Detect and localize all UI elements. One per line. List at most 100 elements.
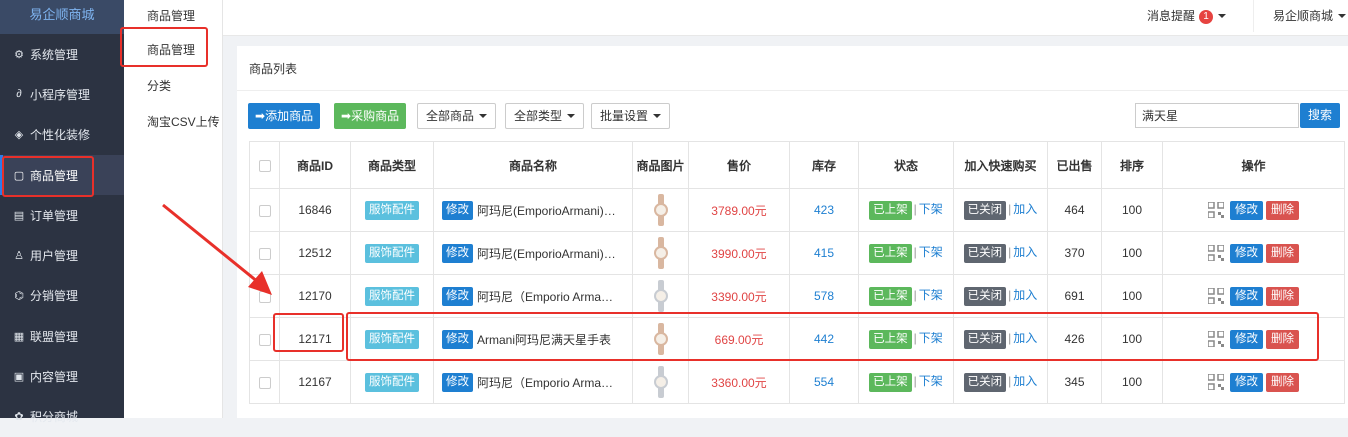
qrcode-icon[interactable] [1208, 245, 1224, 261]
edit-button[interactable]: 修改 [1230, 200, 1263, 220]
delete-button[interactable]: 删除 [1266, 372, 1299, 392]
row-checkbox[interactable] [258, 376, 271, 389]
watch-face [653, 289, 668, 303]
separator: | [1008, 202, 1012, 217]
sidebar-item-8[interactable]: ▣ 内容管理 [0, 356, 124, 396]
batch-settings-dropdown[interactable]: 批量设置 [591, 103, 671, 129]
goods-price: 3360.00元 [688, 360, 790, 404]
purchase-goods-button[interactable]: ➡采购商品 [334, 103, 407, 129]
column-header: 商品名称 [433, 141, 633, 189]
goods-name-cell: 修改阿玛尼(EmporioArmani)女士手表 [433, 231, 633, 275]
quick-buy-add-link[interactable]: 加入 [1013, 202, 1037, 216]
column-header: 加入快速购买 [953, 141, 1048, 189]
add-goods-button[interactable]: ➡添加商品 [248, 103, 321, 129]
quick-buy-cell: 已关闭 | 加入 [953, 231, 1048, 275]
sidebar-item-9[interactable]: ✿ 积分商城 [0, 397, 124, 437]
quick-buy-add-link[interactable]: 加入 [1013, 374, 1037, 388]
table-row: 12512服饰配件修改阿玛尼(EmporioArmani)女士手表3990.00… [249, 231, 1345, 275]
column-header: 已出售 [1047, 141, 1102, 189]
sidebar-item-label: 用户管理 [30, 249, 79, 264]
subnav-item-category[interactable]: 分类 [124, 68, 222, 104]
watch-thumbnail [653, 280, 668, 312]
goods-sort: 100 [1101, 360, 1163, 404]
sidebar-item-6[interactable]: ⌬ 分销管理 [0, 276, 124, 316]
sidebar-menu: ⚙ 系统管理 ∂ 小程序管理 ◈ 个性化装修 ▢ 商品管理 ▤ 订单管理 ♙ 用户管理 ⌬ 分销管理 ▦ 联盟… [0, 34, 124, 437]
goods-name: 阿玛尼（Emporio Armani）女士手表 [477, 289, 617, 304]
off-shelf-link[interactable]: 下架 [919, 202, 943, 216]
account-menu[interactable]: 易企顺商城 [1273, 0, 1347, 32]
quick-buy-status-badge: 已关闭 [963, 200, 1007, 220]
select-all-checkbox[interactable] [258, 159, 271, 172]
watch-thumbnail [653, 194, 668, 226]
annotation-box-sidebar [2, 156, 94, 197]
edit-button[interactable]: 修改 [1230, 372, 1263, 392]
search-button[interactable]: 搜索 [1300, 103, 1341, 128]
edit-name-button[interactable]: 修改 [442, 372, 473, 392]
delete-button[interactable]: 删除 [1266, 243, 1299, 263]
goods-id: 16846 [279, 188, 351, 232]
goods-price: 3990.00元 [688, 231, 790, 275]
notification-menu[interactable]: 消息提醒 1 [1147, 0, 1227, 32]
goods-sold: 464 [1047, 188, 1102, 232]
document-icon: ▣ [13, 371, 25, 384]
row-checkbox[interactable] [258, 290, 271, 303]
column-header [249, 141, 280, 189]
sidebar-item-label: 联盟管理 [30, 329, 79, 344]
actions-cell: 修改 删除 [1162, 231, 1345, 275]
table-row: 12167服饰配件修改阿玛尼（Emporio Armani）女士手表3360.0… [249, 360, 1345, 404]
quick-buy-add-link[interactable]: 加入 [1013, 245, 1037, 259]
chevron-down-icon [1218, 14, 1227, 18]
off-shelf-link[interactable]: 下架 [919, 245, 943, 259]
sidebar-item-label: 分销管理 [30, 289, 79, 304]
row-select-cell [249, 360, 280, 404]
sidebar-item-0[interactable]: ⚙ 系统管理 [0, 34, 124, 74]
delete-button[interactable]: 删除 [1266, 200, 1299, 220]
all-types-dropdown[interactable]: 全部类型 [505, 103, 585, 129]
subnav-item-taobao-csv[interactable]: 淘宝CSV上传 [124, 104, 222, 140]
status-badge: 已上架 [869, 286, 912, 306]
column-header: 售价 [688, 141, 790, 189]
qrcode-icon[interactable] [1208, 374, 1224, 390]
table-row: 16846服饰配件修改阿玛尼(EmporioArmani)女士手表3789.00… [249, 188, 1345, 232]
qrcode-icon[interactable] [1208, 288, 1224, 304]
goods-type-cell: 服饰配件 [350, 188, 434, 232]
divider [1253, 0, 1254, 32]
notification-badge: 1 [1199, 10, 1214, 24]
sidebar-item-7[interactable]: ▦ 联盟管理 [0, 316, 124, 356]
row-checkbox[interactable] [258, 247, 271, 260]
row-checkbox[interactable] [258, 204, 271, 217]
search-input[interactable] [1135, 103, 1299, 128]
sidebar-item-1[interactable]: ∂ 小程序管理 [0, 74, 124, 114]
column-header: 商品ID [279, 141, 351, 189]
all-goods-dropdown[interactable]: 全部商品 [417, 103, 497, 129]
status-cell: 已上架 | 下架 [858, 231, 954, 275]
separator: | [913, 202, 917, 217]
quick-buy-status-badge: 已关闭 [963, 286, 1007, 306]
goods-name: 阿玛尼(EmporioArmani)女士手表 [477, 203, 617, 218]
table-body: 16846服饰配件修改阿玛尼(EmporioArmani)女士手表3789.00… [249, 188, 1345, 404]
off-shelf-link[interactable]: 下架 [919, 288, 943, 302]
edit-name-button[interactable]: 修改 [442, 243, 473, 263]
quick-buy-cell: 已关闭 | 加入 [953, 188, 1048, 232]
quick-buy-add-link[interactable]: 加入 [1013, 288, 1037, 302]
sidebar-item-2[interactable]: ◈ 个性化装修 [0, 115, 124, 155]
quick-buy-cell: 已关闭 | 加入 [953, 360, 1048, 404]
sidebar-item-5[interactable]: ♙ 用户管理 [0, 235, 124, 275]
off-shelf-link[interactable]: 下架 [919, 374, 943, 388]
goods-type-tag: 服饰配件 [365, 372, 419, 392]
goods-image-cell [632, 188, 689, 232]
goods-type-cell: 服饰配件 [350, 231, 434, 275]
edit-button[interactable]: 修改 [1230, 243, 1263, 263]
row-checkbox[interactable] [258, 333, 271, 346]
quick-buy-status-badge: 已关闭 [963, 243, 1007, 263]
sidebar-item-label: 订单管理 [30, 208, 79, 223]
truck-icon: ➡ [341, 109, 352, 123]
gear-icon: ⚙ [14, 48, 24, 61]
sidebar-item-4[interactable]: ▤ 订单管理 [0, 195, 124, 235]
edit-button[interactable]: 修改 [1230, 286, 1263, 306]
qrcode-icon[interactable] [1208, 202, 1224, 218]
delete-button[interactable]: 删除 [1266, 286, 1299, 306]
edit-name-button[interactable]: 修改 [442, 286, 473, 306]
edit-name-button[interactable]: 修改 [442, 200, 473, 220]
clipboard-icon: ▤ [13, 209, 25, 222]
